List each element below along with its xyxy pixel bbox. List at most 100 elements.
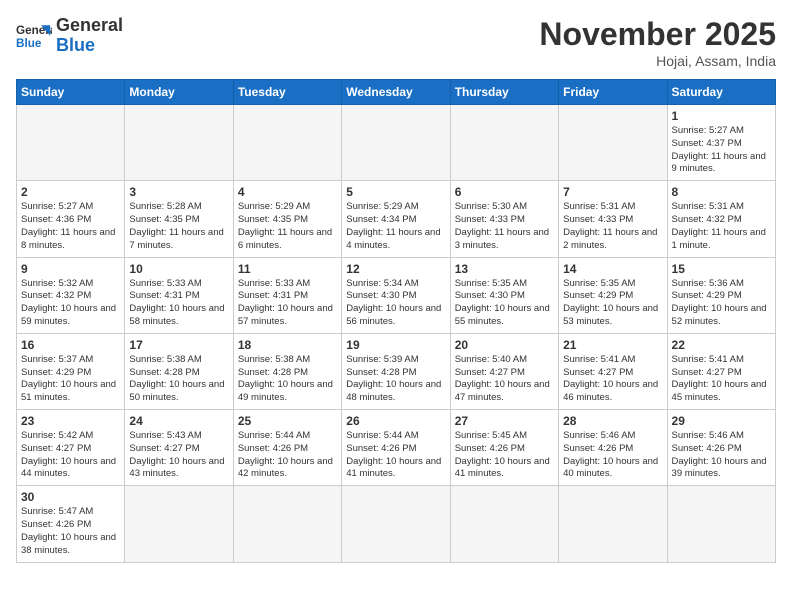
- day-number: 8: [672, 185, 771, 199]
- day-number: 15: [672, 262, 771, 276]
- day-of-week-header: Saturday: [667, 80, 775, 105]
- calendar-cell: [342, 486, 450, 562]
- logo-general-text: General: [56, 16, 123, 36]
- day-number: 17: [129, 338, 228, 352]
- day-number: 26: [346, 414, 445, 428]
- day-number: 29: [672, 414, 771, 428]
- calendar-week-row: 9Sunrise: 5:32 AM Sunset: 4:32 PM Daylig…: [17, 257, 776, 333]
- day-info: Sunrise: 5:31 AM Sunset: 4:33 PM Dayligh…: [563, 201, 662, 252]
- logo: General Blue General Blue: [16, 16, 123, 56]
- day-info: Sunrise: 5:29 AM Sunset: 4:35 PM Dayligh…: [238, 201, 337, 252]
- calendar-cell: 16Sunrise: 5:37 AM Sunset: 4:29 PM Dayli…: [17, 333, 125, 409]
- day-info: Sunrise: 5:38 AM Sunset: 4:28 PM Dayligh…: [238, 354, 337, 405]
- day-info: Sunrise: 5:34 AM Sunset: 4:30 PM Dayligh…: [346, 278, 445, 329]
- day-info: Sunrise: 5:42 AM Sunset: 4:27 PM Dayligh…: [21, 430, 120, 481]
- day-number: 3: [129, 185, 228, 199]
- day-number: 23: [21, 414, 120, 428]
- calendar-cell: [125, 486, 233, 562]
- day-number: 13: [455, 262, 554, 276]
- calendar-cell: 22 Sunrise: 5:41 AM Sunset: 4:27 PM Dayli…: [667, 333, 775, 409]
- calendar-cell: 15Sunrise: 5:36 AM Sunset: 4:29 PM Dayli…: [667, 257, 775, 333]
- calendar-cell: [125, 105, 233, 181]
- day-number: 25: [238, 414, 337, 428]
- calendar-cell: [667, 486, 775, 562]
- day-info: Sunrise: 5:40 AM Sunset: 4:27 PM Dayligh…: [455, 354, 554, 405]
- calendar-week-row: 16Sunrise: 5:37 AM Sunset: 4:29 PM Dayli…: [17, 333, 776, 409]
- day-of-week-header: Friday: [559, 80, 667, 105]
- day-of-week-header: Sunday: [17, 80, 125, 105]
- day-info: Sunrise: 5:44 AM Sunset: 4:26 PM Dayligh…: [238, 430, 337, 481]
- calendar-cell: 18 Sunrise: 5:38 AM Sunset: 4:28 PM Dayli…: [233, 333, 341, 409]
- calendar-cell: 30 Sunrise: 5:47 AM Sunset: 4:26 PM Dayli…: [17, 486, 125, 562]
- day-info: Sunrise: 5:46 AM Sunset: 4:26 PM Dayligh…: [563, 430, 662, 481]
- title-block: November 2025 Hojai, Assam, India: [539, 16, 776, 69]
- calendar-cell: 11 Sunrise: 5:33 AM Sunset: 4:31 PM Dayli…: [233, 257, 341, 333]
- svg-text:Blue: Blue: [16, 37, 42, 50]
- day-number: 18: [238, 338, 337, 352]
- calendar-cell: 2 Sunrise: 5:27 AM Sunset: 4:36 PM Daylig…: [17, 181, 125, 257]
- day-info: Sunrise: 5:46 AM Sunset: 4:26 PM Dayligh…: [672, 430, 771, 481]
- day-number: 30: [21, 490, 120, 504]
- day-of-week-header: Thursday: [450, 80, 558, 105]
- day-info: Sunrise: 5:41 AM Sunset: 4:27 PM Dayligh…: [672, 354, 771, 405]
- calendar-cell: 9Sunrise: 5:32 AM Sunset: 4:32 PM Daylig…: [17, 257, 125, 333]
- calendar-cell: 21Sunrise: 5:41 AM Sunset: 4:27 PM Dayli…: [559, 333, 667, 409]
- calendar-cell: [233, 105, 341, 181]
- calendar-cell: 1Sunrise: 5:27 AM Sunset: 4:37 PM Daylig…: [667, 105, 775, 181]
- calendar-cell: [559, 486, 667, 562]
- day-number: 20: [455, 338, 554, 352]
- calendar-week-row: 1Sunrise: 5:27 AM Sunset: 4:37 PM Daylig…: [17, 105, 776, 181]
- calendar-cell: 13 Sunrise: 5:35 AM Sunset: 4:30 PM Dayli…: [450, 257, 558, 333]
- logo-blue-text: Blue: [56, 36, 123, 56]
- day-number: 2: [21, 185, 120, 199]
- day-info: Sunrise: 5:27 AM Sunset: 4:36 PM Dayligh…: [21, 201, 120, 252]
- day-number: 11: [238, 262, 337, 276]
- day-info: Sunrise: 5:35 AM Sunset: 4:30 PM Dayligh…: [455, 278, 554, 329]
- calendar-cell: [233, 486, 341, 562]
- day-number: 6: [455, 185, 554, 199]
- calendar-cell: [450, 486, 558, 562]
- day-of-week-header: Tuesday: [233, 80, 341, 105]
- calendar-cell: 17Sunrise: 5:38 AM Sunset: 4:28 PM Dayli…: [125, 333, 233, 409]
- calendar-cell: [450, 105, 558, 181]
- day-number: 10: [129, 262, 228, 276]
- day-info: Sunrise: 5:31 AM Sunset: 4:32 PM Dayligh…: [672, 201, 771, 252]
- day-number: 4: [238, 185, 337, 199]
- calendar-cell: 20 Sunrise: 5:40 AM Sunset: 4:27 PM Dayli…: [450, 333, 558, 409]
- calendar-cell: 12Sunrise: 5:34 AM Sunset: 4:30 PM Dayli…: [342, 257, 450, 333]
- day-info: Sunrise: 5:39 AM Sunset: 4:28 PM Dayligh…: [346, 354, 445, 405]
- day-number: 9: [21, 262, 120, 276]
- calendar-cell: [17, 105, 125, 181]
- calendar-week-row: 30 Sunrise: 5:47 AM Sunset: 4:26 PM Dayli…: [17, 486, 776, 562]
- calendar-cell: 19 Sunrise: 5:39 AM Sunset: 4:28 PM Dayli…: [342, 333, 450, 409]
- day-info: Sunrise: 5:35 AM Sunset: 4:29 PM Dayligh…: [563, 278, 662, 329]
- calendar-cell: 14 Sunrise: 5:35 AM Sunset: 4:29 PM Dayli…: [559, 257, 667, 333]
- calendar-cell: 26 Sunrise: 5:44 AM Sunset: 4:26 PM Dayli…: [342, 410, 450, 486]
- day-info: Sunrise: 5:44 AM Sunset: 4:26 PM Dayligh…: [346, 430, 445, 481]
- month-title: November 2025: [539, 16, 776, 53]
- day-number: 7: [563, 185, 662, 199]
- day-number: 14: [563, 262, 662, 276]
- calendar-table: SundayMondayTuesdayWednesdayThursdayFrid…: [16, 79, 776, 563]
- day-number: 22: [672, 338, 771, 352]
- calendar-cell: 27Sunrise: 5:45 AM Sunset: 4:26 PM Dayli…: [450, 410, 558, 486]
- location-subtitle: Hojai, Assam, India: [539, 53, 776, 69]
- day-info: Sunrise: 5:47 AM Sunset: 4:26 PM Dayligh…: [21, 506, 120, 557]
- calendar-cell: 29 Sunrise: 5:46 AM Sunset: 4:26 PM Dayli…: [667, 410, 775, 486]
- day-info: Sunrise: 5:29 AM Sunset: 4:34 PM Dayligh…: [346, 201, 445, 252]
- logo-icon: General Blue: [16, 18, 52, 54]
- day-info: Sunrise: 5:45 AM Sunset: 4:26 PM Dayligh…: [455, 430, 554, 481]
- calendar-cell: [559, 105, 667, 181]
- day-number: 5: [346, 185, 445, 199]
- calendar-cell: 8 Sunrise: 5:31 AM Sunset: 4:32 PM Daylig…: [667, 181, 775, 257]
- day-number: 1: [672, 109, 771, 123]
- calendar-cell: 10Sunrise: 5:33 AM Sunset: 4:31 PM Dayli…: [125, 257, 233, 333]
- calendar-cell: 5 Sunrise: 5:29 AM Sunset: 4:34 PM Daylig…: [342, 181, 450, 257]
- calendar-week-row: 2 Sunrise: 5:27 AM Sunset: 4:36 PM Daylig…: [17, 181, 776, 257]
- day-number: 19: [346, 338, 445, 352]
- day-of-week-header: Monday: [125, 80, 233, 105]
- day-info: Sunrise: 5:33 AM Sunset: 4:31 PM Dayligh…: [238, 278, 337, 329]
- day-of-week-header: Wednesday: [342, 80, 450, 105]
- page-header: General Blue General Blue November 2025 …: [16, 16, 776, 69]
- calendar-cell: 6Sunrise: 5:30 AM Sunset: 4:33 PM Daylig…: [450, 181, 558, 257]
